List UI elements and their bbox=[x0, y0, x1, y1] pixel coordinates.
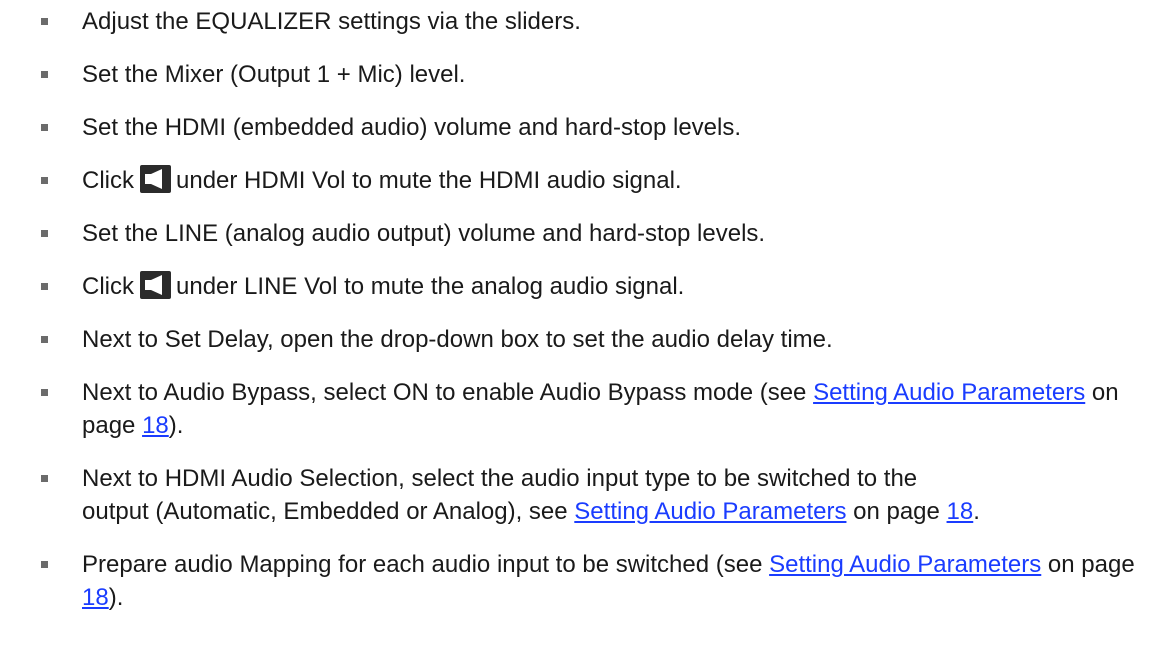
page-18-link[interactable]: 18 bbox=[82, 584, 109, 611]
bullet-icon bbox=[41, 475, 48, 482]
setting-audio-parameters-link[interactable]: Setting Audio Parameters bbox=[769, 551, 1041, 578]
bullet-icon bbox=[41, 561, 48, 568]
setting-audio-parameters-link[interactable]: Setting Audio Parameters bbox=[813, 379, 1085, 406]
setting-audio-parameters-link[interactable]: Setting Audio Parameters bbox=[574, 498, 846, 525]
page-18-link[interactable]: 18 bbox=[142, 412, 169, 439]
list-item-text: Prepare audio Mapping for each audio inp… bbox=[82, 551, 1135, 611]
list-item-text: Click under LINE Vol to mute the analog a… bbox=[82, 271, 685, 300]
bullet-icon bbox=[41, 71, 48, 78]
list-item-text: Next to HDMI Audio Selection, select the… bbox=[82, 465, 980, 525]
bullet-icon bbox=[41, 124, 48, 131]
bullet-icon bbox=[41, 230, 48, 237]
list-item-text: Next to Set Delay, open the drop-down bo… bbox=[82, 326, 833, 353]
speaker-mute-icon bbox=[140, 271, 171, 299]
list-item-text: Set the HDMI (embedded audio) volume and… bbox=[82, 114, 742, 141]
list-item-text: Next to Audio Bypass, select ON to enabl… bbox=[82, 379, 1119, 439]
list-item-text: Click under HDMI Vol to mute the HDMI aud… bbox=[82, 165, 682, 194]
speaker-mute-icon bbox=[140, 165, 171, 193]
bullet-icon bbox=[41, 389, 48, 396]
bullet-icon bbox=[41, 18, 48, 25]
bullet-icon bbox=[41, 336, 48, 343]
page-18-link[interactable]: 18 bbox=[947, 498, 974, 525]
list-item-text: Adjust the EQUALIZER settings via the sl… bbox=[82, 8, 581, 35]
bullet-icon bbox=[41, 177, 48, 184]
list-item-text: Set the LINE (analog audio output) volum… bbox=[82, 220, 766, 247]
list-item-text: Set the Mixer (Output 1 + Mic) level. bbox=[82, 61, 466, 88]
bullet-icon bbox=[41, 283, 48, 290]
